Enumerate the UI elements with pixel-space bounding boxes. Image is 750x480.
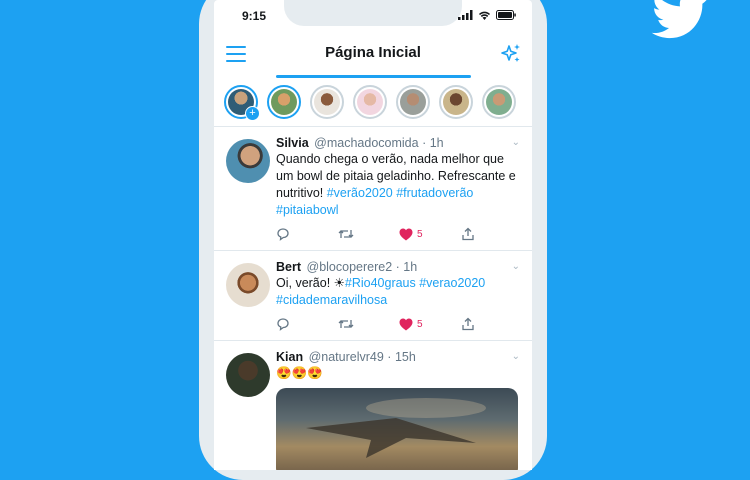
heart-icon[interactable]: [399, 318, 413, 331]
retweet-icon[interactable]: [338, 317, 354, 331]
avatar[interactable]: [226, 263, 270, 307]
chevron-down-icon[interactable]: ⌄: [512, 351, 520, 362]
signal-icon: [458, 10, 473, 20]
reply-icon[interactable]: [276, 227, 290, 241]
bird-flight-photo: [306, 398, 486, 458]
tweet[interactable]: Kian @naturelvr49 · 15h ⌄ 😍😍😍: [214, 341, 532, 470]
tweet-text: Quando chega o verão, nada melhor que um…: [276, 152, 516, 217]
like-count: 5: [417, 228, 423, 240]
twitter-bird-logo: [651, 0, 707, 39]
tweet-text: 😍😍😍: [276, 366, 323, 380]
story-avatar[interactable]: [439, 85, 473, 119]
title-underline: [276, 75, 471, 78]
stories-row: +: [214, 78, 532, 127]
tweet-media-image[interactable]: [276, 388, 518, 470]
tweet-author-name[interactable]: Kian: [276, 350, 303, 364]
tweet[interactable]: Bert @blocoperere2 · 1h ⌄ Oi, verão! ☀#R…: [214, 251, 532, 341]
tweet-author-name[interactable]: Bert: [276, 260, 301, 274]
story-avatar[interactable]: [482, 85, 516, 119]
tweet-author-handle[interactable]: @blocoperere2: [307, 260, 393, 274]
tweet-actions: 5: [276, 226, 522, 242]
sparkle-icon[interactable]: [500, 43, 522, 65]
retweet-icon[interactable]: [338, 227, 354, 241]
top-bar: Página Inicial: [214, 34, 532, 78]
tweet-author-handle[interactable]: @naturelvr49: [309, 350, 384, 364]
tweet-author-handle[interactable]: @machadocomida: [314, 136, 418, 150]
add-story-icon[interactable]: +: [245, 106, 260, 121]
story-avatar[interactable]: [353, 85, 387, 119]
story-avatar[interactable]: [267, 85, 301, 119]
reply-icon[interactable]: [276, 317, 290, 331]
wifi-icon: [478, 11, 491, 20]
tweet-actions: 5: [276, 316, 522, 332]
app-screen: 9:15 Página Inicial + Silvia @machadocom…: [214, 0, 532, 470]
heart-icon[interactable]: [399, 228, 413, 241]
page-title: Página Inicial: [325, 44, 421, 61]
chevron-down-icon[interactable]: ⌄: [512, 261, 520, 272]
avatar[interactable]: [226, 353, 270, 397]
avatar[interactable]: [226, 139, 270, 183]
phone-frame: 9:15 Página Inicial + Silvia @machadocom…: [199, 0, 547, 480]
tweet-author-name[interactable]: Silvia: [276, 136, 309, 150]
story-avatar[interactable]: [310, 85, 344, 119]
tweet-timestamp: 1h: [429, 136, 444, 150]
share-icon[interactable]: [461, 227, 475, 241]
tweet-timestamp: 15h: [394, 350, 416, 364]
chevron-down-icon[interactable]: ⌄: [512, 137, 520, 148]
battery-icon: [496, 10, 516, 20]
status-time: 9:15: [242, 9, 267, 23]
share-icon[interactable]: [461, 317, 475, 331]
status-bar: 9:15: [214, 0, 532, 34]
tweet-timestamp: 1h: [403, 260, 418, 274]
tweet-text: Oi, verão! ☀#Rio40graus #verao2020 #cida…: [276, 276, 486, 307]
like-count: 5: [417, 318, 423, 330]
story-avatar[interactable]: [396, 85, 430, 119]
story-avatar-own[interactable]: +: [224, 85, 260, 121]
tweet[interactable]: Silvia @machadocomida · 1h ⌄ Quando cheg…: [214, 127, 532, 251]
